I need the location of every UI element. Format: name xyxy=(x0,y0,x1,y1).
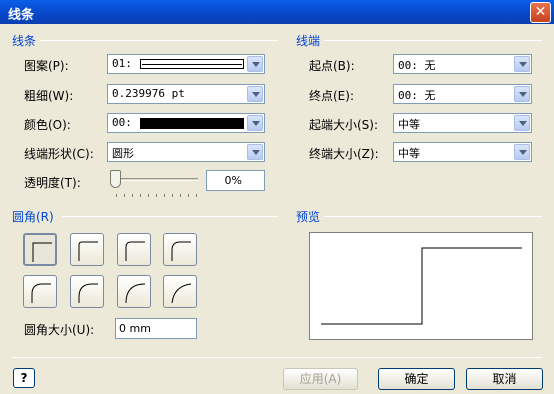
title-bar: 线条 ✕ xyxy=(0,0,554,24)
line-section-title: 线条 xyxy=(12,34,37,48)
corner-style-3-button[interactable] xyxy=(163,233,197,266)
close-icon[interactable]: ✕ xyxy=(530,2,551,23)
begin-size-label: 起端大小(S): xyxy=(309,118,379,132)
rounded-corner-icon xyxy=(78,241,98,261)
window-title: 线条 xyxy=(8,8,35,23)
begin-size-value: 中等 xyxy=(398,118,420,131)
transparency-input[interactable]: 0% xyxy=(206,170,265,191)
rounded-corner-icon xyxy=(171,241,191,261)
preview-section-divider xyxy=(324,216,542,217)
preview-panel xyxy=(309,232,533,340)
transparency-slider-thumb[interactable] xyxy=(110,170,121,188)
corner-style-0-button[interactable] xyxy=(23,233,57,266)
chevron-down-icon[interactable] xyxy=(247,115,263,131)
ends-section-title: 线端 xyxy=(296,34,321,48)
color-label: 颜色(O): xyxy=(24,118,71,132)
line-dialog: 线条 ✕ 线条 图案(P): 01: 粗细(W): 0.239976 pt 颜色… xyxy=(0,0,554,394)
corner-size-value: 0 mm xyxy=(119,322,151,335)
preview-section-title: 预览 xyxy=(296,210,321,224)
begin-value: 00: 无 xyxy=(398,59,436,72)
corner-size-input[interactable]: 0 mm xyxy=(115,318,197,339)
chevron-down-icon[interactable] xyxy=(514,56,530,72)
weight-value: 0.239976 pt xyxy=(112,87,185,100)
end-size-value: 中等 xyxy=(398,147,420,160)
cap-value: 圆形 xyxy=(112,147,134,160)
pattern-value: 01: xyxy=(112,57,132,70)
rounded-corner-icon xyxy=(125,241,145,261)
corners-section-divider xyxy=(62,216,278,217)
corner-style-7-button[interactable] xyxy=(163,275,197,308)
chevron-down-icon[interactable] xyxy=(514,86,530,102)
bottom-divider xyxy=(12,357,542,358)
pattern-dropdown[interactable]: 01: xyxy=(107,54,265,74)
chevron-down-icon[interactable] xyxy=(514,115,530,131)
help-button[interactable]: ? xyxy=(13,368,35,388)
apply-button[interactable]: 应用(A) xyxy=(283,368,358,390)
ok-button[interactable]: 确定 xyxy=(378,368,455,390)
square-corner-icon xyxy=(32,242,52,262)
corner-size-label: 圆角大小(U): xyxy=(24,323,95,337)
end-size-label: 终端大小(Z): xyxy=(309,147,379,161)
corners-section-title: 圆角(R) xyxy=(12,210,54,224)
cap-label: 线端形状(C): xyxy=(24,147,94,161)
transparency-value: 0% xyxy=(224,174,242,187)
rounded-corner-icon xyxy=(125,283,146,304)
line-preview-graphic xyxy=(321,247,522,325)
rounded-corner-icon xyxy=(31,283,51,303)
rounded-corner-icon xyxy=(171,283,192,304)
corner-style-6-button[interactable] xyxy=(117,275,151,308)
color-swatch xyxy=(140,118,244,129)
chevron-down-icon[interactable] xyxy=(247,144,263,160)
corner-style-1-button[interactable] xyxy=(70,233,104,266)
end-value: 00: 无 xyxy=(398,89,436,102)
transparency-slider-track[interactable] xyxy=(112,178,198,181)
chevron-down-icon[interactable] xyxy=(247,56,263,72)
chevron-down-icon[interactable] xyxy=(247,86,263,102)
end-size-dropdown[interactable]: 中等 xyxy=(393,142,532,162)
weight-label: 粗细(W): xyxy=(24,89,74,103)
corner-style-4-button[interactable] xyxy=(23,275,57,308)
end-label: 终点(E): xyxy=(309,89,354,103)
cancel-button[interactable]: 取消 xyxy=(466,368,543,390)
cap-dropdown[interactable]: 圆形 xyxy=(107,142,265,162)
begin-dropdown[interactable]: 00: 无 xyxy=(393,54,532,74)
color-dropdown[interactable]: 00: xyxy=(107,113,265,133)
line-section-divider xyxy=(40,40,278,41)
color-value: 00: xyxy=(112,116,132,129)
transparency-label: 透明度(T): xyxy=(24,176,81,190)
help-icon: ? xyxy=(20,371,28,385)
rounded-corner-icon xyxy=(78,283,98,303)
corner-style-2-button[interactable] xyxy=(117,233,151,266)
corner-style-5-button[interactable] xyxy=(70,275,104,308)
pattern-label: 图案(P): xyxy=(24,59,69,73)
begin-size-dropdown[interactable]: 中等 xyxy=(393,113,532,133)
end-dropdown[interactable]: 00: 无 xyxy=(393,84,532,104)
begin-label: 起点(B): xyxy=(309,59,355,73)
weight-dropdown[interactable]: 0.239976 pt xyxy=(107,84,265,104)
chevron-down-icon[interactable] xyxy=(514,144,530,160)
ends-section-divider xyxy=(324,40,542,41)
pattern-line-swatch xyxy=(140,59,244,69)
